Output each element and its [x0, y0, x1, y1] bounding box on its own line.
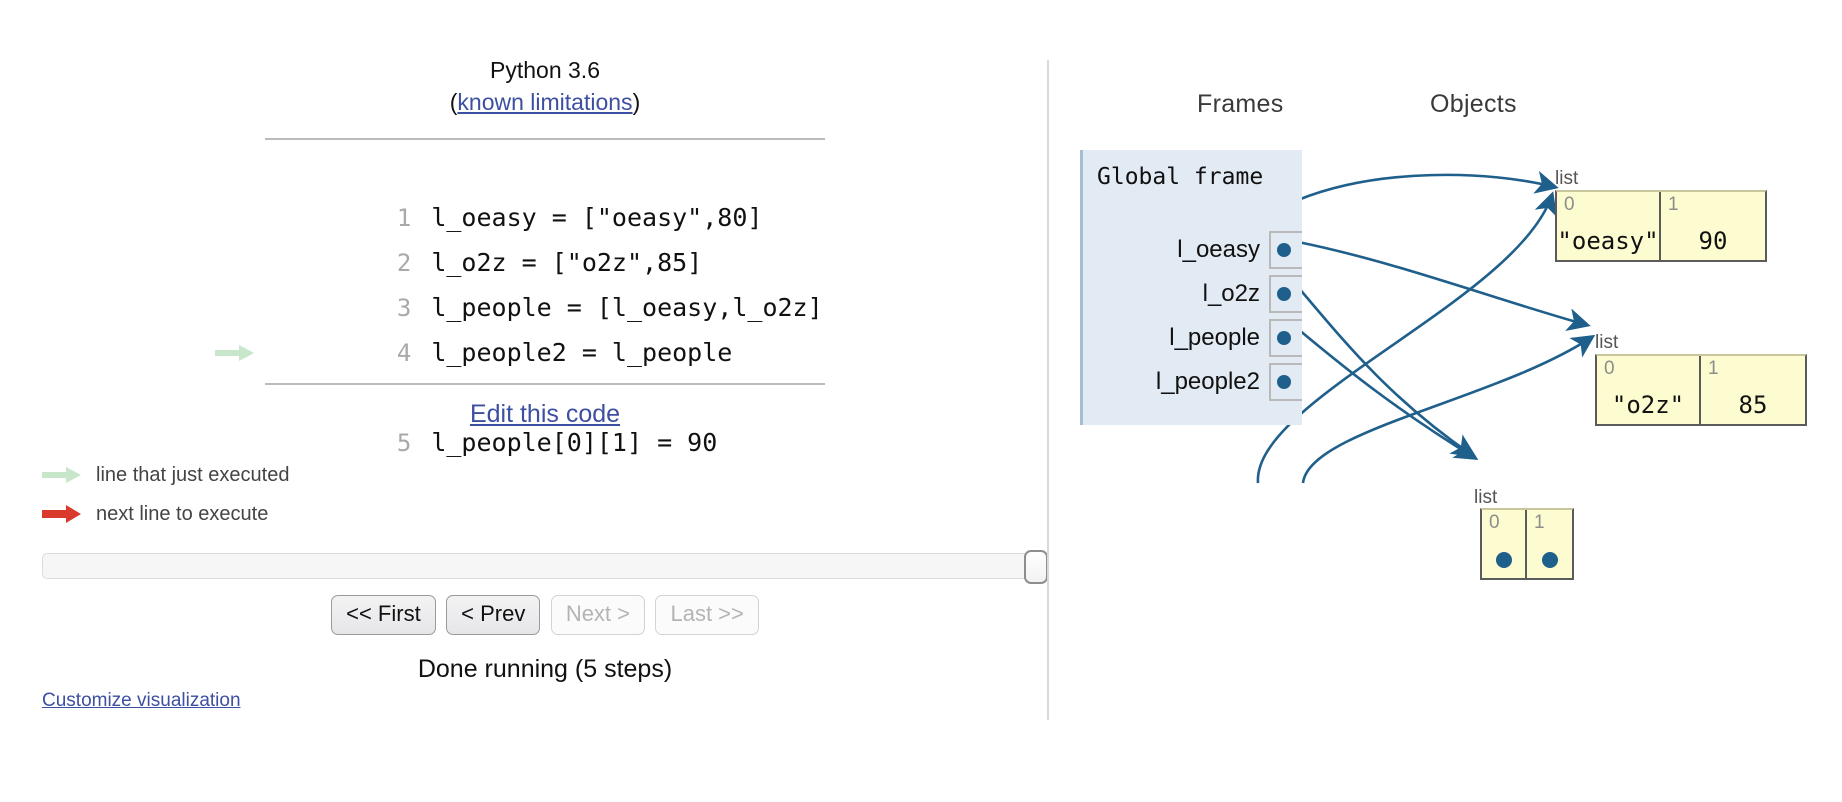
objects-column-header: Objects — [1430, 90, 1517, 118]
python-version-label: Python 3.6 — [490, 57, 600, 83]
legend-label: next line to execute — [96, 502, 269, 525]
customize-visualization-link[interactable]: Customize visualization — [42, 690, 241, 712]
pointer-dot-icon — [1277, 331, 1291, 345]
code-line-3[interactable]: 3 l_people = [l_oeasy,l_o2z] — [265, 240, 825, 322]
pointer-dot-icon — [1277, 243, 1291, 257]
edit-code-link-container: Edit this code — [265, 400, 825, 429]
variable-name: l_oeasy — [1177, 236, 1260, 263]
code-listing: 1 l_oeasy = ["oeasy",80] 2 l_o2z = ["o2z",… — [215, 138, 825, 457]
edit-this-code-link[interactable]: Edit this code — [470, 400, 620, 428]
execution-step-slider[interactable] — [42, 550, 1048, 584]
cell-value: 90 — [1698, 227, 1728, 255]
variable-row-l_people2: l_people2 — [1156, 360, 1302, 404]
list-cell: 1 90 — [1661, 192, 1765, 260]
list-cell: 0 — [1482, 510, 1527, 578]
variable-name: l_people — [1169, 324, 1260, 351]
known-limitations-line: (known limitations) — [265, 86, 825, 118]
list-object-oeasy: 0 "oeasy" 1 90 — [1555, 190, 1767, 262]
pointer-dot-icon — [1277, 287, 1291, 301]
variable-value-slot — [1269, 231, 1302, 269]
visualization-pane: Frames Objects Global frame l_oeasy l_o2… — [1047, 0, 1842, 802]
code-pane: Python 3.6 (known limitations) 1 l_oeasy … — [0, 0, 1048, 802]
cell-index: 1 — [1668, 194, 1679, 215]
variable-row-l_o2z: l_o2z — [1203, 272, 1302, 316]
code-line-1[interactable]: 1 l_oeasy = ["oeasy",80] — [265, 150, 825, 232]
step-controls: << First < Prev Next > Last >> — [265, 595, 825, 635]
cell-value: 85 — [1738, 391, 1768, 419]
global-frame-title: Global frame — [1097, 164, 1264, 190]
list-cell: 1 — [1527, 510, 1572, 578]
variable-row-l_oeasy: l_oeasy — [1177, 228, 1302, 272]
python-version-header: Python 3.6 (known limitations) — [265, 54, 825, 118]
slider-handle[interactable] — [1024, 550, 1048, 584]
cell-index: 0 — [1489, 512, 1500, 533]
variable-name: l_people2 — [1155, 368, 1260, 395]
cell-index: 0 — [1604, 358, 1615, 379]
line-code: l_people[0][1] = 90 — [431, 428, 718, 457]
variable-value-slot — [1269, 363, 1302, 401]
frames-column-header: Frames — [1197, 90, 1284, 118]
variable-name: l_o2z — [1202, 280, 1260, 307]
legend-item-just-executed: line that just executed — [42, 455, 289, 494]
list-object-people: 0 1 — [1480, 508, 1574, 580]
object-type-label-o2z: list — [1595, 332, 1619, 353]
list-object-o2z: 0 "o2z" 1 85 — [1595, 354, 1807, 426]
object-type-label-oeasy: list — [1555, 168, 1579, 189]
pointer-dot-icon — [1495, 552, 1512, 568]
variable-value-slot — [1269, 319, 1302, 357]
arrow-people1-to-list-o2z — [1301, 334, 1596, 484]
prev-button[interactable]: < Prev — [446, 595, 541, 635]
cell-index: 1 — [1534, 512, 1545, 533]
code-line-2[interactable]: 2 l_o2z = ["o2z",85] — [265, 195, 825, 277]
next-button: Next > — [550, 595, 646, 635]
cell-index: 1 — [1708, 358, 1719, 379]
cell-value: "o2z" — [1611, 391, 1685, 419]
legend-label: line that just executed — [96, 463, 290, 486]
variable-value-slot — [1269, 275, 1302, 313]
just-executed-arrow-icon — [215, 344, 254, 361]
red-arrow-icon — [42, 504, 81, 523]
global-frame: Global frame l_oeasy l_o2z l_people l_pe… — [1080, 150, 1302, 425]
arrow-l_o2z-to-list-o2z — [1297, 240, 1591, 332]
execution-status: Done running (5 steps) — [417, 655, 673, 683]
paren-close: ) — [632, 89, 641, 115]
legend-item-next-line: next line to execute — [42, 494, 289, 533]
object-type-label-people: list — [1474, 487, 1498, 508]
code-line-4[interactable]: 4 l_people2 = l_people — [265, 285, 825, 367]
arrow-l_people2-to-list-people — [1297, 328, 1479, 461]
variable-row-l_people: l_people — [1169, 316, 1302, 360]
cell-index: 0 — [1564, 194, 1575, 215]
arrow-l_oeasy-to-list-oeasy — [1297, 170, 1559, 202]
list-cell: 1 85 — [1701, 356, 1805, 424]
code-line-5[interactable]: 5 l_people[0][1] = 90 — [215, 330, 825, 457]
first-button[interactable]: << First — [331, 595, 436, 635]
green-arrow-icon — [42, 466, 81, 483]
arrow-people0-to-list-oeasy — [1256, 191, 1557, 484]
execution-legend: line that just executed next line to exe… — [42, 455, 289, 533]
cell-value: "oeasy" — [1557, 227, 1659, 255]
known-limitations-link[interactable]: known limitations — [457, 89, 632, 115]
list-cell: 0 "o2z" — [1597, 356, 1701, 424]
pointer-dot-icon — [1277, 375, 1291, 389]
last-button: Last >> — [655, 595, 759, 635]
list-cell: 0 "oeasy" — [1557, 192, 1661, 260]
pointer-dot-icon — [1541, 552, 1558, 568]
arrow-l_people-to-list-people — [1297, 286, 1476, 458]
